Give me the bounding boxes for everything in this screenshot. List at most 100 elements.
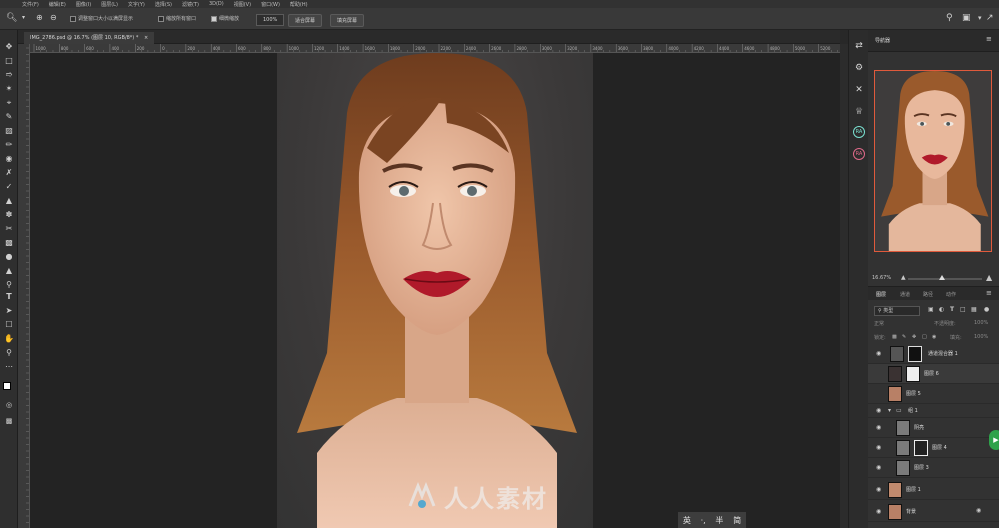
layer-name[interactable]: 背景 bbox=[906, 508, 916, 515]
eraser-tool-icon[interactable]: ✓ bbox=[3, 182, 15, 192]
resize-windows-checkbox[interactable] bbox=[70, 15, 76, 22]
lock-artboard-icon[interactable]: □ bbox=[922, 334, 927, 340]
fill-value[interactable]: 100% bbox=[974, 334, 988, 340]
layer-name[interactable]: 图层 4 bbox=[932, 444, 947, 451]
filter-shape-icon[interactable]: □ bbox=[960, 306, 966, 313]
eye-icon[interactable]: ◉ bbox=[876, 424, 881, 431]
eyedropper-tool-icon[interactable]: ✎ bbox=[3, 112, 15, 122]
eye-icon[interactable]: ◉ bbox=[876, 444, 881, 451]
dodge-tool-icon[interactable]: ▲ bbox=[3, 266, 15, 276]
more-tools-icon[interactable]: ⋯ bbox=[3, 362, 15, 372]
layer-row[interactable]: ◉ 背景 ◉ bbox=[868, 502, 999, 522]
gradient-tool-icon[interactable]: ▩ bbox=[3, 238, 15, 248]
foreground-color-swatch[interactable] bbox=[3, 382, 11, 390]
properties-panel-icon[interactable]: ⚙ bbox=[853, 62, 865, 74]
zoom-all-option[interactable]: 缩放所有窗口 bbox=[158, 15, 196, 22]
filter-pixel-icon[interactable]: ▣ bbox=[928, 306, 934, 313]
healing-brush-tool-icon[interactable]: ▨ bbox=[3, 126, 15, 136]
horizontal-ruler[interactable]: 1000 800 600 400 200 0 200 400 600 800 1000 1200 140… bbox=[30, 44, 840, 53]
blur-tool-icon[interactable]: ● bbox=[3, 252, 15, 262]
floating-assistant-button[interactable]: ▶ bbox=[989, 430, 999, 450]
clone-stamp-tool-icon[interactable]: ◉ bbox=[3, 154, 15, 164]
lasso-tool-icon[interactable]: ➱ bbox=[3, 70, 15, 80]
panel-menu-icon[interactable]: ≡ bbox=[986, 289, 992, 297]
eraser-alt-tool-icon[interactable]: ✂ bbox=[3, 224, 15, 234]
document-tab[interactable]: IMG_2786.psd @ 16.7% (图层 10, RGB/8*) * × bbox=[24, 32, 155, 44]
menu-view[interactable]: 视图(V) bbox=[234, 1, 251, 8]
lock-all-icon[interactable]: ◉ bbox=[932, 334, 936, 340]
quick-select-tool-icon[interactable]: ✶ bbox=[3, 84, 15, 94]
shape-tool-icon[interactable]: ☐ bbox=[3, 320, 15, 330]
resize-windows-option[interactable]: 调整窗口大小以满屏显示 bbox=[70, 15, 133, 22]
marquee-tool-icon[interactable]: □ bbox=[3, 56, 15, 66]
chevron-down-icon[interactable]: ▾ bbox=[888, 407, 891, 414]
ra-plugin-alt-icon[interactable]: RA bbox=[853, 148, 865, 160]
smudge-tool-icon[interactable]: ✽ bbox=[3, 210, 15, 220]
zoom-slider-knob[interactable] bbox=[939, 275, 945, 280]
menu-edit[interactable]: 编辑(E) bbox=[49, 1, 66, 8]
menu-select[interactable]: 选择(S) bbox=[155, 1, 172, 8]
filter-adjustment-icon[interactable]: ◐ bbox=[939, 306, 944, 313]
menu-filter[interactable]: 滤镜(T) bbox=[182, 1, 199, 8]
document-canvas[interactable] bbox=[30, 53, 840, 528]
layer-group-row[interactable]: ◉ ▾ ▭ 组 1 bbox=[868, 404, 999, 418]
menu-window[interactable]: 窗口(W) bbox=[261, 1, 280, 8]
type-tool-icon[interactable]: T bbox=[3, 292, 15, 302]
menu-file[interactable]: 文件(F) bbox=[22, 1, 39, 8]
menu-image[interactable]: 图像(I) bbox=[76, 1, 91, 8]
layer-row[interactable]: ◉ 图层 4 bbox=[868, 438, 999, 458]
tab-channels[interactable]: 通道 bbox=[900, 291, 910, 298]
filter-toggle-icon[interactable]: ● bbox=[984, 306, 989, 313]
eye-icon[interactable]: ◉ bbox=[876, 407, 881, 414]
lock-transparent-icon[interactable]: ▩ bbox=[892, 334, 897, 340]
quick-mask-icon[interactable]: ◎ bbox=[3, 400, 15, 410]
fit-screen-button[interactable]: 适合屏幕 bbox=[288, 14, 323, 27]
zoom-tool-icon[interactable]: ⚲ bbox=[3, 348, 15, 358]
layer-name[interactable]: 图层 1 bbox=[906, 486, 921, 493]
layer-row[interactable]: ◉ 图层 3 bbox=[868, 458, 999, 478]
lock-pixels-icon[interactable]: ✎ bbox=[902, 334, 906, 340]
blend-mode-select[interactable]: 正常 bbox=[874, 320, 884, 327]
lock-position-icon[interactable]: ✥ bbox=[912, 334, 916, 340]
menu-type[interactable]: 文字(Y) bbox=[128, 1, 145, 8]
opacity-value[interactable]: 100% bbox=[974, 320, 988, 326]
vertical-ruler[interactable] bbox=[18, 44, 30, 528]
ra-plugin-icon[interactable]: RA bbox=[853, 126, 865, 138]
navigator-zoom-slider[interactable] bbox=[908, 275, 982, 280]
crown-plugin-icon[interactable]: ♕ bbox=[853, 106, 865, 118]
menu-layer[interactable]: 图层(L) bbox=[101, 1, 118, 8]
layer-name[interactable]: 图层 6 bbox=[924, 370, 939, 377]
zoom-in-mountain-icon[interactable]: ▲ bbox=[986, 273, 992, 282]
layer-name[interactable]: 阴亮 bbox=[914, 424, 924, 431]
tab-layers[interactable]: 图层 bbox=[876, 291, 886, 298]
ime-punct[interactable]: ·, bbox=[701, 516, 706, 525]
ime-script[interactable]: 简 bbox=[733, 515, 741, 526]
navigator-zoom-value[interactable]: 16.67% bbox=[872, 275, 891, 281]
path-select-tool-icon[interactable]: ➤ bbox=[3, 306, 15, 316]
zoom-in-icon[interactable]: ⊕ bbox=[36, 13, 43, 22]
zoom-out-icon[interactable]: ⊖ bbox=[50, 13, 57, 22]
scrubby-zoom-checkbox[interactable] bbox=[211, 15, 217, 22]
layer-filter-select[interactable]: ⚲ 类型 bbox=[874, 306, 920, 316]
eye-icon[interactable]: ◉ bbox=[876, 486, 881, 493]
zoom-all-checkbox[interactable] bbox=[158, 15, 164, 22]
menu-3d[interactable]: 3D(D) bbox=[209, 1, 224, 7]
ime-width[interactable]: 半 bbox=[715, 515, 723, 526]
share-icon[interactable]: ↗ bbox=[986, 13, 994, 23]
canvas-vertical-scrollbar[interactable] bbox=[840, 44, 848, 528]
navigator-title[interactable]: 导航器 bbox=[875, 37, 890, 44]
workspace-icon[interactable]: ▣ bbox=[962, 13, 971, 23]
tab-paths[interactable]: 路径 bbox=[923, 291, 933, 298]
tools-panel-icon[interactable]: ✕ bbox=[853, 84, 865, 96]
crop-tool-icon[interactable]: ⌖ bbox=[3, 98, 15, 108]
scrubby-zoom-option[interactable]: 细微缩放 bbox=[211, 15, 239, 22]
navigator-thumbnail[interactable] bbox=[874, 70, 992, 252]
menu-help[interactable]: 帮助(H) bbox=[290, 1, 308, 8]
layer-name[interactable]: 通道混合器 1 bbox=[928, 350, 958, 357]
ime-lang[interactable]: 英 bbox=[683, 515, 691, 526]
close-icon[interactable]: × bbox=[144, 35, 148, 41]
zoom-out-mountain-icon[interactable]: ▲ bbox=[901, 274, 906, 281]
layer-name[interactable]: 图层 5 bbox=[906, 390, 921, 397]
stamp-tool-icon[interactable]: ▲ bbox=[3, 196, 15, 206]
search-icon[interactable]: ⚲ bbox=[946, 13, 953, 23]
